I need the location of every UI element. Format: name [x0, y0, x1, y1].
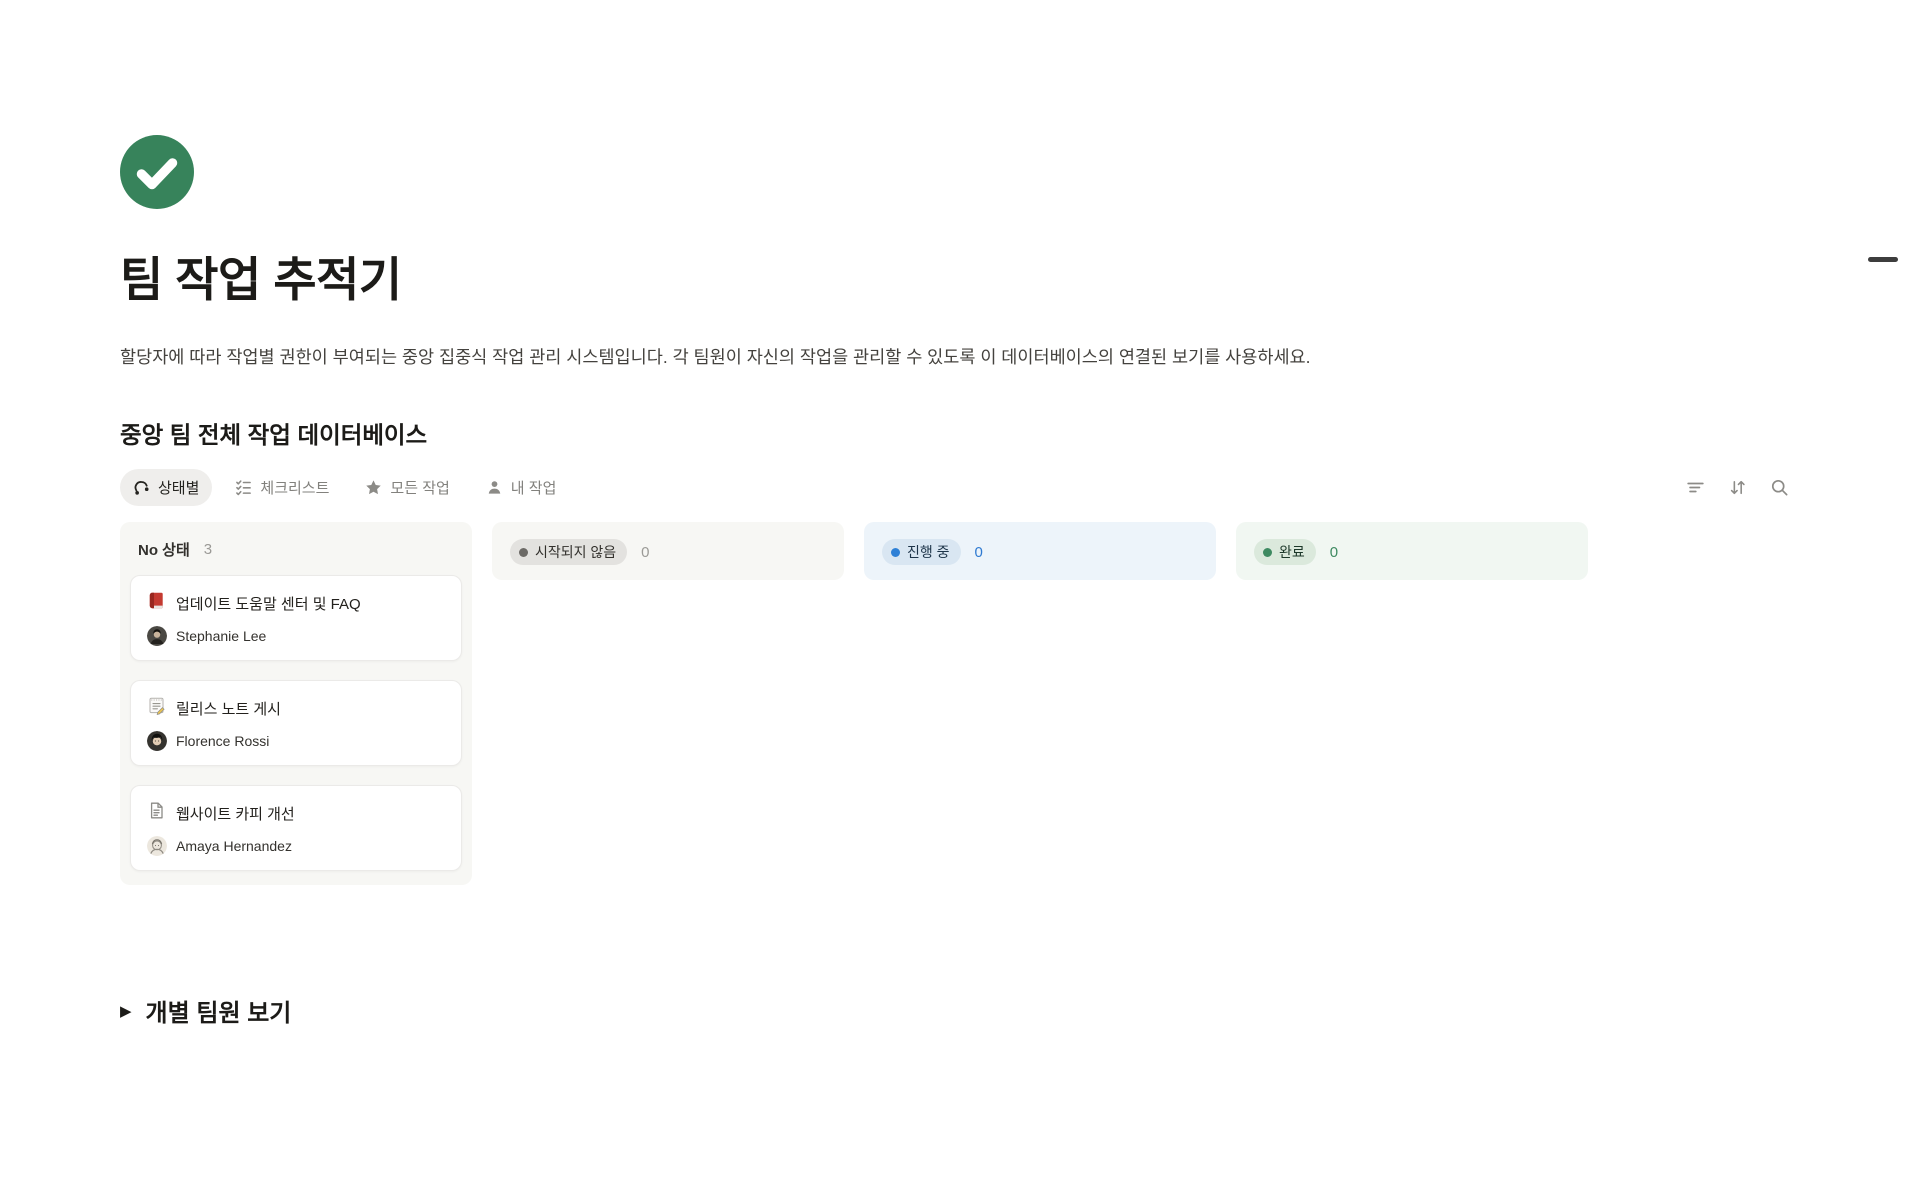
column-done: 완료 0	[1236, 522, 1588, 580]
sort-icon[interactable]	[1724, 474, 1750, 500]
column-label: 완료	[1279, 542, 1305, 562]
kanban-board: No 상태 3 업데이트 도움말 센터 및 FAQ	[120, 522, 1800, 885]
assignee-row: Stephanie Lee	[147, 626, 445, 646]
card-title: 릴리스 노트 게시	[176, 698, 281, 719]
tab-my-tasks[interactable]: 내 작업	[473, 469, 570, 506]
task-card[interactable]: 릴리스 노트 게시 Florence Rossi	[130, 680, 462, 766]
assignee-row: Florence Rossi	[147, 731, 445, 751]
tab-label: 체크리스트	[260, 477, 329, 498]
card-title: 웹사이트 카피 개선	[176, 803, 295, 824]
tab-label: 상태별	[158, 477, 199, 498]
column-header[interactable]: 완료 0	[1236, 522, 1588, 580]
filter-icon[interactable]	[1682, 474, 1708, 500]
column-count: 0	[975, 544, 983, 561]
status-dot	[519, 548, 528, 557]
column-no-status: No 상태 3 업데이트 도움말 센터 및 FAQ	[120, 522, 472, 885]
column-header[interactable]: 진행 중 0	[864, 522, 1216, 580]
red-book-icon	[147, 591, 166, 615]
assignee-row: Amaya Hernandez	[147, 836, 445, 856]
view-tab-bar: 상태별 체크리스트 모든 작업	[120, 468, 1800, 506]
task-card[interactable]: 웹사이트 카피 개선	[130, 785, 462, 871]
task-card[interactable]: 업데이트 도움말 센터 및 FAQ Stephan	[130, 575, 462, 661]
avatar	[147, 626, 167, 646]
column-label: No 상태	[138, 539, 190, 560]
column-not-started: 시작되지 않음 0	[492, 522, 844, 580]
tab-label: 내 작업	[511, 477, 557, 498]
page-icon-check[interactable]	[120, 135, 194, 209]
collapsed-scrollbar-handle[interactable]	[1868, 257, 1898, 262]
toggle-label: 개별 팀원 보기	[146, 993, 292, 1028]
memo-icon	[147, 696, 166, 720]
column-in-progress: 진행 중 0	[864, 522, 1216, 580]
database-title: 중앙 팀 전체 작업 데이터베이스	[120, 416, 1800, 450]
tab-label: 모든 작업	[390, 477, 449, 498]
column-count: 3	[204, 541, 212, 558]
avatar	[147, 836, 167, 856]
tab-by-status[interactable]: 상태별	[120, 469, 212, 506]
status-dot	[891, 548, 900, 557]
page-description: 할당자에 따라 작업별 권한이 부여되는 중앙 집중식 작업 관리 시스템입니다…	[120, 344, 1680, 370]
check-circle-icon	[120, 135, 194, 209]
column-count: 0	[1330, 544, 1338, 561]
avatar	[147, 731, 167, 751]
column-label: 진행 중	[907, 542, 950, 562]
assignee-name: Florence Rossi	[176, 733, 269, 749]
status-pill: 완료	[1254, 539, 1316, 565]
toggle-individual-views[interactable]: ▶ 개별 팀원 보기	[120, 993, 1800, 1028]
search-icon[interactable]	[1766, 474, 1792, 500]
status-dot	[1263, 548, 1272, 557]
column-header[interactable]: No 상태 3	[120, 522, 472, 575]
document-icon	[147, 801, 166, 825]
status-cycle-icon	[133, 479, 150, 496]
tab-all-tasks[interactable]: 모든 작업	[352, 469, 462, 506]
status-pill: 진행 중	[882, 539, 961, 565]
card-title: 업데이트 도움말 센터 및 FAQ	[176, 593, 361, 614]
page-title: 팀 작업 추적기	[120, 241, 1800, 310]
person-icon	[486, 479, 503, 496]
column-label: 시작되지 않음	[535, 542, 616, 562]
column-header[interactable]: 시작되지 않음 0	[492, 522, 844, 580]
assignee-name: Stephanie Lee	[176, 628, 266, 644]
status-pill: 시작되지 않음	[510, 539, 627, 565]
view-toolbar	[1682, 474, 1792, 500]
tab-checklist[interactable]: 체크리스트	[222, 469, 342, 506]
checklist-icon	[235, 479, 252, 496]
card-list: 업데이트 도움말 센터 및 FAQ Stephan	[120, 575, 472, 885]
column-count: 0	[641, 544, 649, 561]
star-icon	[365, 479, 382, 496]
caret-right-icon[interactable]: ▶	[120, 1004, 132, 1019]
assignee-name: Amaya Hernandez	[176, 838, 292, 854]
page: 팀 작업 추적기 할당자에 따라 작업별 권한이 부여되는 중앙 집중식 작업 …	[0, 135, 1920, 1028]
